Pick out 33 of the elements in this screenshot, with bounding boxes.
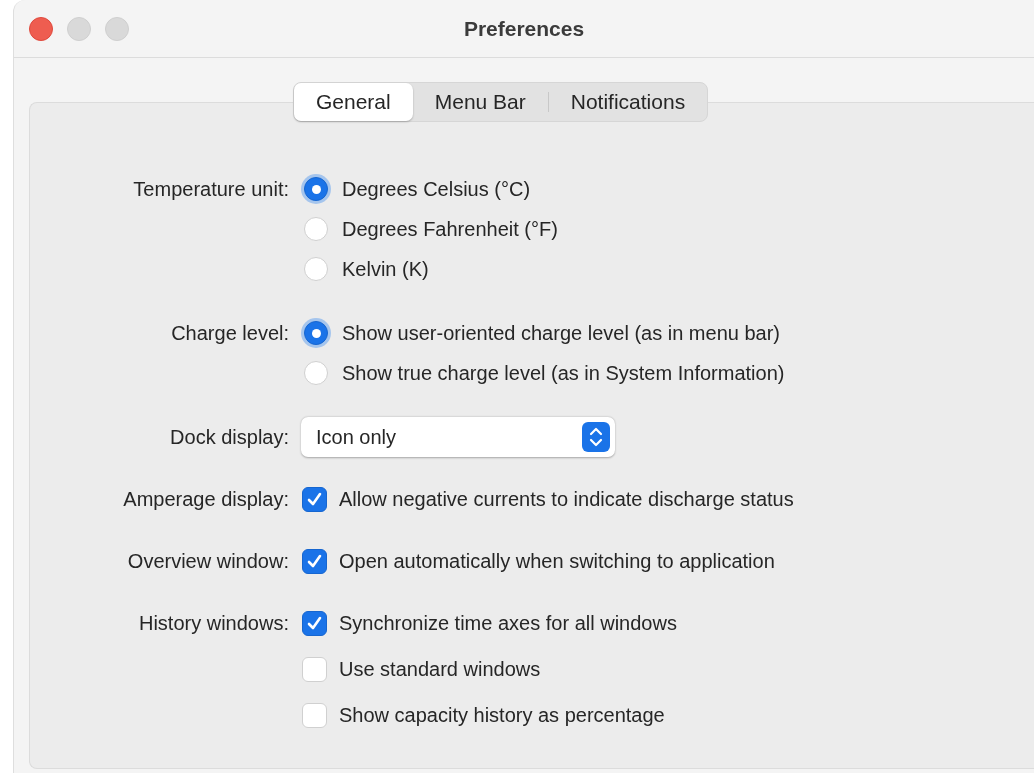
setting-label: Dock display: xyxy=(170,427,289,447)
window-title: Preferences xyxy=(463,16,585,41)
tab[interactable]: Menu Bar xyxy=(412,83,548,121)
minimize-button[interactable] xyxy=(67,16,91,41)
checkbox[interactable] xyxy=(302,610,327,636)
checkbox-option[interactable]: Allow negative currents to indicate discharge status xyxy=(301,476,794,522)
tab[interactable]: Notifications xyxy=(548,83,708,121)
stepper-icon xyxy=(582,422,610,452)
dock-display-dropdown[interactable]: Icon only xyxy=(301,417,615,457)
checkmark-icon xyxy=(306,614,323,632)
radio-option[interactable]: Show true charge level (as in System Information) xyxy=(301,353,785,393)
setting-label: Temperature unit: xyxy=(133,179,289,199)
setting-label: Amperage display: xyxy=(123,489,289,509)
checkmark-icon xyxy=(306,490,323,508)
radio-option[interactable]: Show user-oriented charge level (as in menu bar) xyxy=(301,313,780,353)
setting-label: Overview window: xyxy=(127,551,289,571)
setting-label: Charge level: xyxy=(171,323,289,343)
setting-label: History windows: xyxy=(138,613,289,633)
checkbox-option[interactable]: Show capacity history as percentage xyxy=(301,692,665,738)
radio-option[interactable]: Degrees Celsius (°C) xyxy=(301,169,531,209)
checkbox-option[interactable]: Synchronize time axes for all windows xyxy=(301,600,677,646)
checkbox[interactable] xyxy=(302,548,327,574)
checkbox-option[interactable]: Use standard windows xyxy=(301,646,541,692)
radio-button[interactable] xyxy=(304,177,328,201)
checkbox-option[interactable]: Open automatically when switching to application xyxy=(301,538,775,584)
radio-option[interactable]: Kelvin (K) xyxy=(301,249,429,289)
zoom-button[interactable] xyxy=(105,16,129,41)
close-button[interactable] xyxy=(29,16,53,41)
checkmark-icon xyxy=(306,552,323,570)
radio-option[interactable]: Degrees Fahrenheit (°F) xyxy=(301,209,558,249)
checkbox[interactable] xyxy=(302,486,327,512)
tab[interactable]: General xyxy=(294,83,413,121)
radio-button[interactable] xyxy=(304,321,328,345)
